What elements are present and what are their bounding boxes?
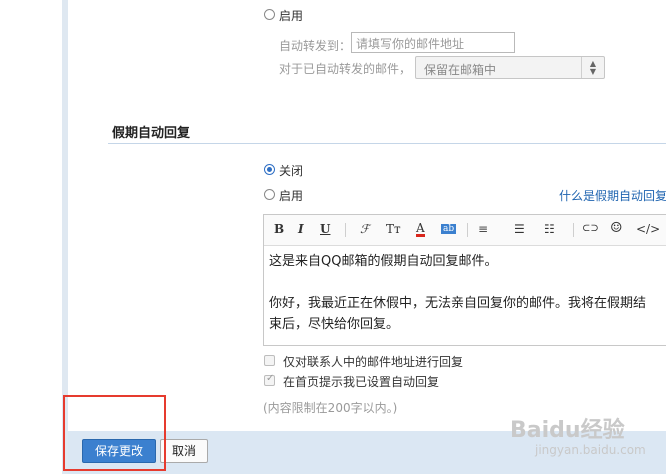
font-size-icon[interactable]: Tт [386, 222, 401, 236]
italic-button[interactable]: I [298, 222, 304, 236]
numbered-list-icon[interactable]: ☷ [544, 222, 555, 236]
forward-enable-label: 启用 [279, 9, 304, 23]
forward-to-label: 自动转发到： [279, 39, 352, 53]
contacts-only-checkbox[interactable] [264, 355, 275, 366]
select-arrows-icon: ▲ ▼ [581, 57, 604, 78]
homepage-notice-checkbox[interactable] [264, 373, 275, 386]
message-line-1: 这是来自QQ邮箱的假期自动回复邮件。 [269, 254, 498, 269]
message-line-2: 你好，我最近正在休假中，无法亲自回复你的邮件。我将在假期结 [269, 296, 647, 311]
font-family-icon[interactable]: ℱ [360, 222, 369, 236]
bullet-list-icon[interactable]: ☰ [514, 222, 525, 236]
left-panel [0, 0, 63, 474]
forward-enable-radio[interactable] [264, 9, 275, 20]
text-color-icon[interactable]: A [416, 222, 425, 237]
what-is-vacation-reply-link[interactable]: 什么是假期自动回复 [559, 187, 666, 204]
vacation-off-radio[interactable] [264, 164, 275, 175]
vacation-on-label: 启用 [279, 189, 304, 203]
contacts-only-label: 仅对联系人中的邮件地址进行回复 [283, 355, 464, 369]
align-icon[interactable]: ≡ [478, 222, 488, 236]
editor-content[interactable]: 这是来自QQ邮箱的假期自动回复邮件。 你好，我最近正在休假中，无法亲自回复你的邮… [269, 251, 666, 335]
watermark-url: jingyan.baidu.com [535, 443, 646, 457]
after-forward-select-value: 保留在邮箱中 [424, 63, 497, 77]
homepage-notice-label: 在首页提示我已设置自动回复 [283, 375, 440, 389]
after-forward-label: 对于已自动转发的邮件， [279, 62, 412, 76]
cancel-button[interactable]: 取消 [160, 439, 208, 463]
bold-button[interactable]: B [274, 222, 284, 236]
forward-email-input[interactable]: 请填写你的邮件地址 [351, 32, 515, 53]
underline-button[interactable]: U [320, 222, 330, 236]
vacation-on-radio[interactable] [264, 189, 275, 200]
code-icon[interactable]: </> [636, 222, 660, 236]
toolbar-separator [467, 223, 468, 237]
link-icon[interactable]: ⊂⊃ [582, 223, 599, 234]
vacation-section-title: 假期自动回复 [112, 126, 191, 141]
watermark-brand: Baidu经验 [510, 418, 625, 443]
emoji-icon[interactable]: ☺ [610, 220, 623, 236]
background-color-icon[interactable]: ab [441, 224, 457, 234]
vacation-reply-editor[interactable]: B I U ℱ Tт A ab ≡ ☰ ☷ ⊂⊃ ☺ </> 这是来自QQ邮箱的… [263, 214, 666, 346]
content-limit-hint: (内容限制在200字以内。) [263, 401, 398, 415]
after-forward-select[interactable]: 保留在邮箱中 ▲ ▼ [415, 56, 605, 79]
vacation-off-label: 关闭 [279, 164, 304, 178]
toolbar-separator [345, 223, 346, 237]
toolbar-separator [573, 223, 574, 237]
message-line-3: 束后，尽快给你回复。 [269, 317, 400, 332]
highlight-box [63, 395, 166, 471]
section-divider [108, 143, 666, 144]
editor-toolbar: B I U ℱ Tт A ab ≡ ☰ ☷ ⊂⊃ ☺ </> [264, 215, 666, 246]
